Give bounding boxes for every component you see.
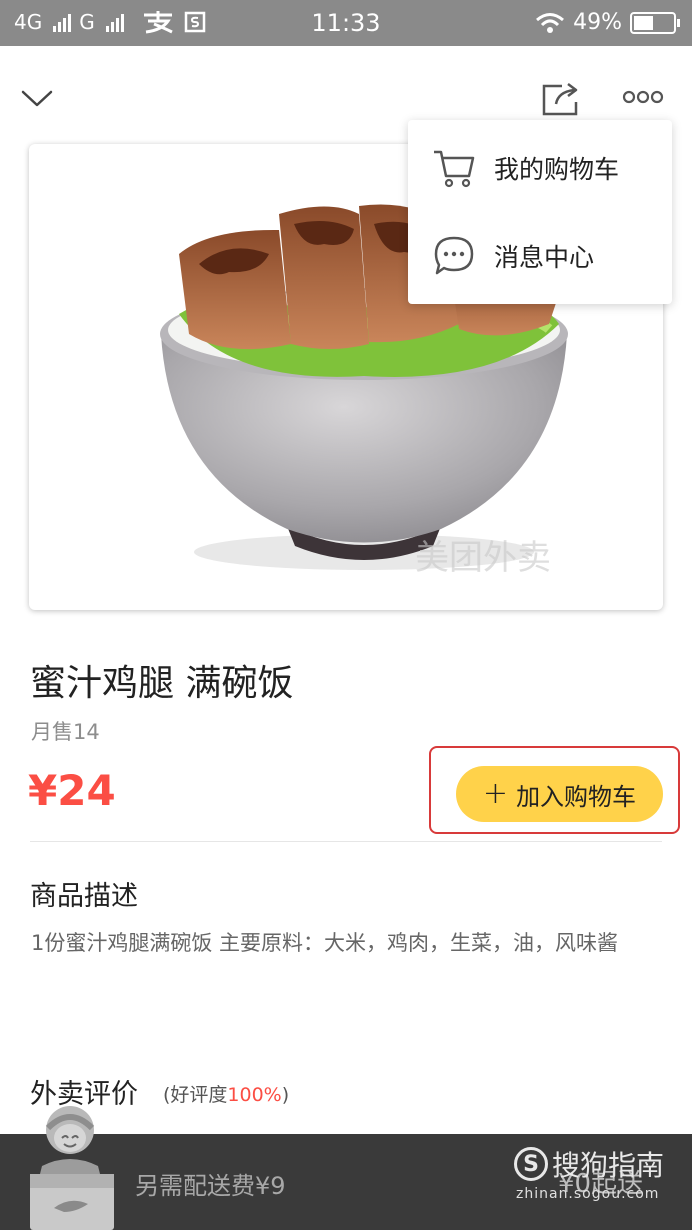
plus-icon: +	[482, 776, 509, 811]
description-text: 1份蜜汁鸡腿满碗饭 主要原料：大米，鸡肉，生菜，油，风味酱	[31, 931, 619, 955]
menu-item-messages[interactable]: 消息中心	[408, 216, 672, 296]
good-rate-prefix: (好评度	[163, 1084, 228, 1106]
battery-icon	[630, 11, 680, 34]
status-right: 49%	[535, 10, 680, 35]
product-price: ¥24	[28, 766, 116, 815]
share-icon[interactable]	[540, 80, 582, 118]
divider	[30, 841, 662, 842]
menu-item-cart[interactable]: 我的购物车	[408, 128, 672, 208]
battery-percent: 49%	[573, 10, 622, 35]
wifi-icon	[536, 12, 565, 33]
status-bar: 4G G 11:33 49%	[0, 0, 692, 46]
sogou-url: zhinan.sogou.com	[516, 1186, 660, 1202]
add-to-cart-button[interactable]: + 加入购物车	[456, 766, 663, 822]
monthly-sales: 月售14	[31, 720, 100, 744]
menu-item-cart-label: 我的购物车	[494, 155, 620, 184]
menu-item-messages-label: 消息中心	[494, 243, 595, 272]
good-rate-suffix: )	[281, 1084, 290, 1106]
description-heading: 商品描述	[30, 881, 138, 912]
more-icon[interactable]	[622, 88, 664, 106]
good-rate-value: 100%	[227, 1084, 282, 1106]
sogou-logo-icon: S	[514, 1147, 548, 1181]
cart-icon	[434, 150, 475, 188]
delivery-fee: 另需配送费¥9	[135, 1172, 286, 1200]
product-title: 蜜汁鸡腿 满碗饭	[30, 663, 294, 704]
add-to-cart-label: 加入购物车	[516, 782, 637, 811]
sogou-watermark: S 搜狗指南	[514, 1144, 664, 1184]
battery-fill	[634, 15, 653, 30]
message-icon	[434, 236, 474, 275]
sogou-brand-text: 搜狗指南	[552, 1149, 665, 1182]
chevron-down-icon[interactable]	[20, 86, 54, 110]
image-watermark: 美团外卖	[415, 538, 551, 578]
courier-cart-icon[interactable]	[24, 1104, 120, 1230]
more-menu-popup: 我的购物车 消息中心	[408, 120, 672, 304]
good-rate: (好评度100%)	[163, 1080, 289, 1107]
